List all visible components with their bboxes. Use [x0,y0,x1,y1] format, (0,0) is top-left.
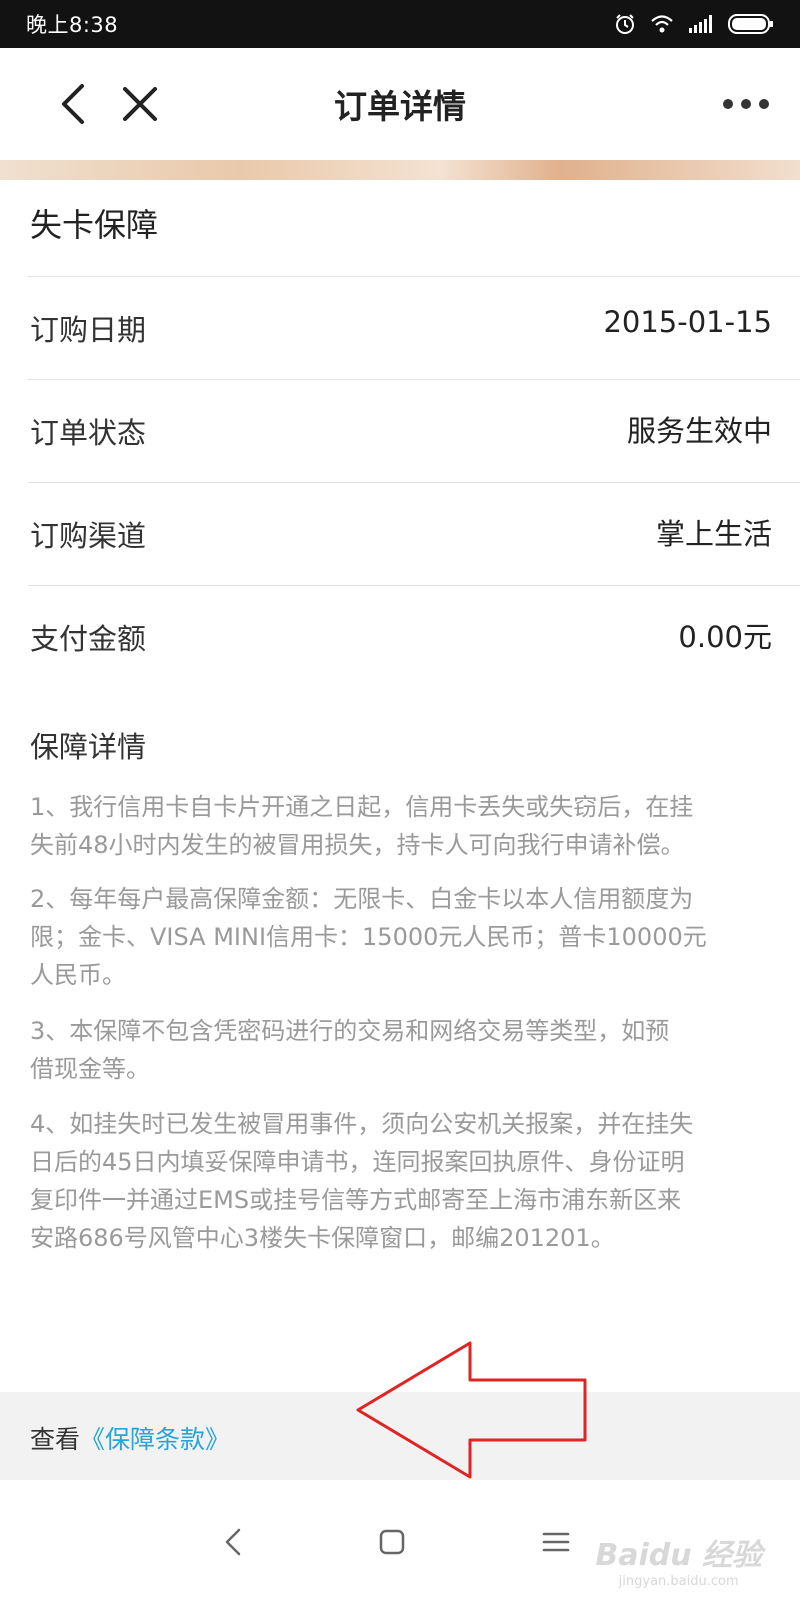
paragraph-line: 日后的45日内填妥保障申请书，连同报案回执原件、身份证明 [30,1148,685,1176]
watermark-sub: jingyan.baidu.com [618,1574,739,1589]
status-bar: 晚上8:38 [0,0,800,48]
paragraph-line: 3、本保障不包含凭密码进行的交易和网络交易等类型，如预 [30,1017,670,1045]
paragraph-line: 失前48小时内发生的被冒用损失，持卡人可向我行申请补偿。 [30,831,685,859]
order-status-row: 订单状态 服务生效中 [28,379,800,482]
row-value: 掌上生活 [655,517,772,551]
coverage-details-title: 保障详情 [30,730,147,764]
paragraph-line: 安路686号风管中心3楼失卡保障窗口，邮编201201。 [30,1224,615,1252]
banner-image-strip [0,160,800,180]
watermark-main: Baidu 经验 [595,1538,762,1573]
signal-icon [689,15,712,33]
order-info-list: 订购日期 2015-01-15 订单状态 服务生效中 订购渠道 掌上生活 支付金… [28,276,800,688]
coverage-paragraph-4: 4、如挂失时已发生被冒用事件，须向公安机关报案，并在挂失 日后的45日内填妥保障… [30,1105,770,1257]
row-label: 订单状态 [30,416,147,450]
paragraph-line: 2、每年每户最高保障金额：无限卡、白金卡以本人信用额度为 [30,885,694,913]
nav-home-icon[interactable] [374,1524,410,1560]
paragraph-line: 复印件一并通过EMS或挂号信等方式邮寄至上海市浦东新区来 [30,1186,682,1214]
alarm-icon [616,14,634,34]
battery-icon [728,14,773,34]
wifi-icon [651,15,673,33]
app-bar: 订单详情 [0,48,800,160]
nav-menu-icon[interactable] [538,1524,574,1560]
terms-prefix: 查看 [30,1425,81,1454]
status-icons [614,13,774,35]
paragraph-line: 人民币。 [30,961,126,989]
status-time: 晚上8:38 [26,13,119,37]
payment-amount-row: 支付金额 0.00元 [28,585,800,688]
nav-back-icon[interactable] [216,1524,252,1560]
row-label: 订购渠道 [30,519,147,553]
coverage-paragraph-2: 2、每年每户最高保障金额：无限卡、白金卡以本人信用额度为 限；金卡、VISA M… [30,880,770,994]
coverage-paragraph-3: 3、本保障不包含凭密码进行的交易和网络交易等类型，如预 借现金等。 [30,1012,770,1088]
baidu-jingyan-watermark: Baidu 经验 jingyan.baidu.com [595,1530,762,1589]
row-value: 服务生效中 [626,414,772,448]
card-title: 失卡保障 [30,206,159,244]
coverage-paragraph-1: 1、我行信用卡自卡片开通之日起，信用卡丢失或失窃后，在挂 失前48小时内发生的被… [30,788,770,864]
paragraph-line: 借现金等。 [30,1055,150,1083]
order-date-row: 订购日期 2015-01-15 [28,276,800,379]
row-label: 订购日期 [30,313,147,347]
terms-link[interactable]: 《保障条款》 [80,1425,230,1454]
annotation-arrow [356,1341,587,1479]
row-value: 2015-01-15 [603,305,772,339]
paragraph-line: 4、如挂失时已发生被冒用事件，须向公安机关报案，并在挂失 [30,1110,694,1138]
paragraph-line: 1、我行信用卡自卡片开通之日起，信用卡丢失或失窃后，在挂 [30,793,694,821]
paragraph-line: 限；金卡、VISA MINI信用卡：15000元人民币；普卡10000元 [30,923,707,951]
page-title: 订单详情 [334,87,466,126]
row-value: 0.00元 [678,620,772,654]
more-icon[interactable] [722,94,770,114]
order-channel-row: 订购渠道 掌上生活 [28,482,800,585]
row-label: 支付金额 [30,622,147,656]
